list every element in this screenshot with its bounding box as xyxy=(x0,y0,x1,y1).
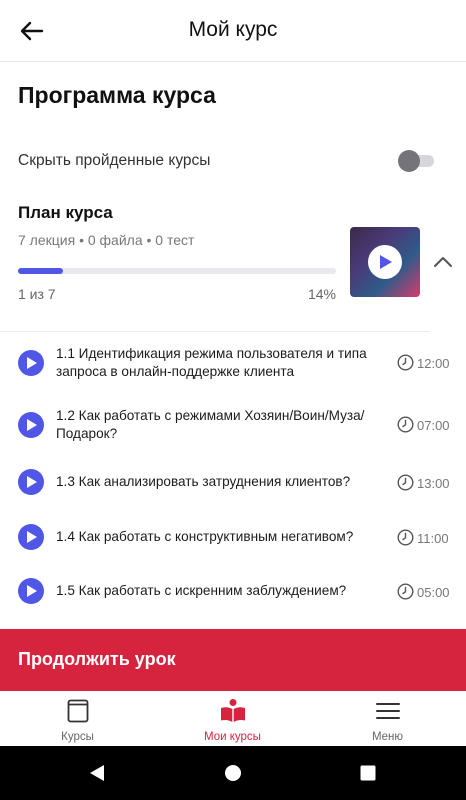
reader-icon xyxy=(220,699,245,722)
system-recents-icon[interactable] xyxy=(359,764,377,782)
nav-item-menu[interactable]: Меню xyxy=(310,691,465,746)
lesson-play-button[interactable] xyxy=(18,524,44,550)
clock-icon xyxy=(397,474,414,491)
lesson-play-button[interactable] xyxy=(18,412,44,438)
chevron-up-icon[interactable] xyxy=(432,254,454,270)
lesson-play-button[interactable] xyxy=(18,469,44,495)
system-nav-bar xyxy=(0,746,466,800)
lesson-item[interactable]: 1.3 Как анализировать затруднения клиент… xyxy=(0,457,466,513)
lesson-item[interactable]: 1.2 Как работать с режимами Хозяин/Воин/… xyxy=(0,395,466,451)
play-icon xyxy=(380,255,392,269)
continue-lesson-label: Продолжить урок xyxy=(18,649,176,669)
system-back-icon[interactable] xyxy=(88,764,106,782)
lesson-title: 1.2 Как работать с режимами Хозяин/Воин/… xyxy=(56,408,365,441)
hamburger-menu-icon xyxy=(375,703,400,719)
nav-item-courses[interactable]: Курсы xyxy=(0,691,155,746)
hide-completed-toggle[interactable] xyxy=(398,150,436,172)
thumbnail-play-button[interactable] xyxy=(368,245,402,279)
lesson-duration: 11:00 xyxy=(417,531,449,546)
play-icon xyxy=(27,357,37,369)
play-icon xyxy=(27,531,37,543)
progress-fill xyxy=(18,268,63,274)
book-outline-icon xyxy=(67,699,88,723)
course-thumbnail[interactable] xyxy=(350,227,420,297)
lesson-duration: 12:00 xyxy=(417,356,450,371)
nav-label: Курсы xyxy=(61,731,94,743)
toggle-thumb xyxy=(398,150,420,172)
play-icon xyxy=(27,419,37,431)
lesson-duration: 07:00 xyxy=(417,418,450,433)
lesson-item[interactable]: 1.4 Как работать с конструктивным негати… xyxy=(0,512,466,568)
section-title: Программа курса xyxy=(18,82,216,108)
clock-icon xyxy=(397,416,414,433)
lesson-play-button[interactable] xyxy=(18,350,44,376)
nav-item-my-courses[interactable]: Мои курсы xyxy=(155,691,310,746)
progress-count: 1 из 7 xyxy=(18,286,56,302)
lesson-play-button[interactable] xyxy=(18,578,44,604)
progress-bar xyxy=(18,268,336,274)
hide-completed-label: Скрыть пройденные курсы xyxy=(18,152,211,169)
lesson-title: 1.3 Как анализировать затруднения клиент… xyxy=(56,474,351,489)
app-bar: Мой курс xyxy=(0,0,466,62)
clock-icon xyxy=(397,583,414,600)
page-title: Мой курс xyxy=(188,18,278,41)
progress-percent: 14% xyxy=(307,286,336,302)
system-home-icon[interactable] xyxy=(224,764,242,782)
play-icon xyxy=(27,585,37,597)
lesson-title: 1.4 Как работать с конструктивным негати… xyxy=(56,529,354,544)
lesson-item[interactable]: 1.5 Как работать с искренним заблуждение… xyxy=(0,566,466,622)
nav-label: Меню xyxy=(371,731,404,743)
bottom-nav: Курсы Мои курсы Меню xyxy=(0,691,466,746)
lesson-duration: 13:00 xyxy=(417,476,450,491)
continue-lesson-button[interactable]: Продолжить урок xyxy=(0,629,466,691)
plan-title: План курса xyxy=(18,203,113,222)
play-icon xyxy=(27,476,37,488)
hide-completed-row: Скрыть пройденные курсы xyxy=(18,150,448,172)
divider xyxy=(0,331,430,332)
plan-meta: 7 лекция • 0 файла • 0 тест xyxy=(18,232,195,248)
clock-icon xyxy=(397,529,414,546)
clock-icon xyxy=(397,354,414,371)
lesson-title: 1.1 Идентификация режима пользователя и … xyxy=(56,346,367,379)
nav-label: Мои курсы xyxy=(204,731,261,743)
lesson-title: 1.5 Как работать с искренним заблуждение… xyxy=(56,583,347,598)
lesson-item[interactable]: 1.1 Идентификация режима пользователя и … xyxy=(0,333,466,389)
lesson-duration: 05:00 xyxy=(417,585,450,600)
